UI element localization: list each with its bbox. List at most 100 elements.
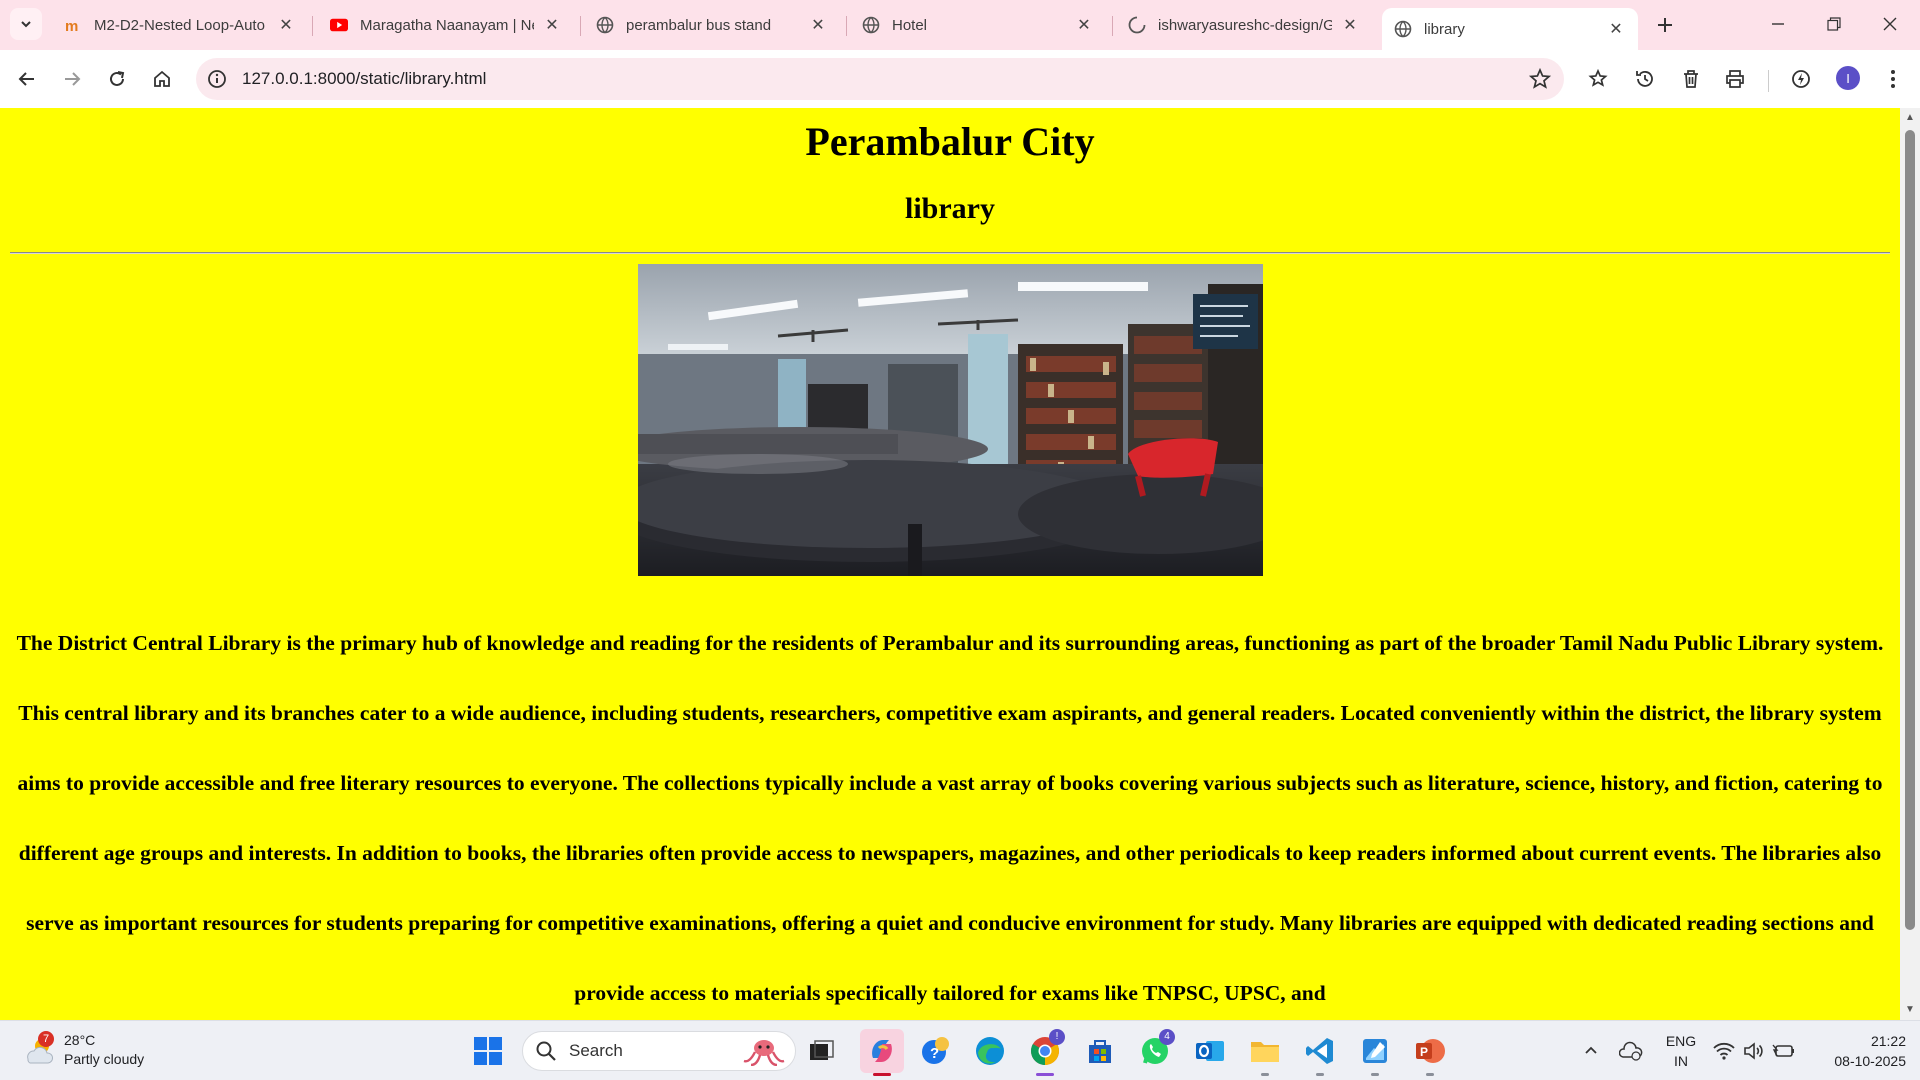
paint-icon (1363, 1039, 1387, 1063)
back-button[interactable] (10, 62, 44, 96)
weather-widget[interactable]: 7 28°C Partly cloudy (22, 1031, 144, 1069)
task-view-icon (810, 1040, 834, 1060)
info-icon[interactable] (206, 68, 228, 90)
close-icon[interactable]: ✕ (808, 15, 828, 35)
arrow-right-icon (65, 72, 81, 86)
running-indicator (1316, 1073, 1324, 1076)
show-hidden-icons-button[interactable] (1574, 1033, 1608, 1069)
tab-item[interactable]: perambalur bus stand ✕ (584, 8, 840, 42)
mindtree-icon: m (64, 16, 82, 34)
loading-icon (1128, 16, 1146, 34)
language-indicator[interactable]: ENG IN (1664, 1031, 1698, 1071)
partly-cloudy-icon: 7 (22, 1031, 56, 1067)
running-indicator (1426, 1073, 1434, 1076)
print-button[interactable] (1718, 62, 1752, 96)
scrollbar-thumb[interactable] (1905, 130, 1915, 930)
task-view-button[interactable] (804, 1033, 840, 1069)
restore-button[interactable] (1806, 8, 1862, 40)
favorites-button[interactable] (1582, 62, 1616, 96)
paint-app[interactable] (1357, 1033, 1393, 1069)
edge-app[interactable] (972, 1033, 1008, 1069)
scroll-down-icon[interactable]: ▼ (1904, 1004, 1916, 1016)
tab-title: perambalur bus stand (626, 16, 772, 34)
plus-icon (1658, 18, 1672, 32)
wifi-tray[interactable] (1710, 1033, 1738, 1069)
close-icon[interactable]: ✕ (276, 15, 296, 35)
start-button[interactable] (470, 1033, 506, 1069)
history-button[interactable] (1628, 62, 1662, 96)
address-bar[interactable]: 127.0.0.1:8000/static/library.html (196, 58, 1564, 100)
page-title: Perambalur City (805, 119, 1095, 164)
home-button[interactable] (145, 62, 179, 96)
whatsapp-app[interactable]: 4 (1137, 1029, 1175, 1069)
close-window-button[interactable] (1862, 8, 1918, 40)
svg-text:?: ? (930, 1045, 939, 1062)
battery-charging-icon (1772, 1044, 1794, 1057)
menu-button[interactable] (1876, 62, 1910, 96)
new-tab-button[interactable] (1652, 12, 1678, 38)
divider (10, 252, 1890, 254)
store-icon (1089, 1040, 1111, 1063)
search-label: Search (569, 1041, 623, 1060)
tab-search-button[interactable] (10, 8, 42, 40)
whatsapp-badge: 4 (1159, 1029, 1175, 1045)
vertical-scrollbar[interactable]: ▲ ▼ (1900, 108, 1920, 1020)
tab-item[interactable]: ishwaryasureshc-design/G ✕ (1116, 8, 1372, 42)
library-photo-illustration (638, 264, 1263, 576)
performance-button[interactable] (1784, 62, 1818, 96)
outlook-app[interactable] (1192, 1033, 1228, 1069)
running-indicator (1371, 1073, 1379, 1076)
performance-icon (1792, 70, 1810, 88)
wifi-icon (1713, 1042, 1735, 1060)
profile-avatar[interactable]: I (1836, 66, 1860, 90)
minimize-button[interactable] (1750, 8, 1806, 40)
store-app[interactable] (1082, 1033, 1118, 1069)
scroll-up-icon[interactable]: ▲ (1904, 112, 1916, 124)
weather-condition: Partly cloudy (64, 1051, 145, 1067)
globe-icon (596, 16, 614, 34)
toolbar-divider (1768, 70, 1769, 92)
printer-icon (1726, 70, 1744, 88)
vscode-app[interactable] (1302, 1033, 1338, 1069)
tab-item[interactable]: Maragatha Naanayam | Ne ✕ (318, 8, 574, 42)
page-viewport: Perambalur City library The District Cen… (0, 108, 1920, 1020)
svg-text:P: P (1420, 1045, 1428, 1059)
running-indicator (1261, 1073, 1269, 1076)
close-icon[interactable]: ✕ (1074, 15, 1094, 35)
weather-temperature: 28°C (64, 1032, 96, 1048)
close-icon[interactable]: ✕ (1606, 19, 1626, 39)
volume-tray[interactable] (1740, 1033, 1768, 1069)
region-code: IN (1674, 1053, 1688, 1069)
tips-app[interactable]: ? (918, 1033, 954, 1069)
tab-item-active[interactable]: library ✕ (1382, 8, 1638, 50)
taskbar-search[interactable]: Search (522, 1031, 796, 1071)
delete-button[interactable] (1674, 62, 1708, 96)
battery-tray[interactable] (1770, 1033, 1798, 1069)
copilot-app[interactable] (860, 1029, 904, 1073)
vscode-icon (1306, 1038, 1333, 1064)
powerpoint-icon: P (1416, 1039, 1445, 1063)
cloud-sync-icon (1619, 1041, 1643, 1061)
copilot-icon (872, 1040, 892, 1062)
page-content: Perambalur City library The District Cen… (0, 108, 1900, 1020)
close-icon[interactable]: ✕ (542, 15, 562, 35)
tab-item[interactable]: Hotel ✕ (850, 8, 1106, 42)
close-icon[interactable]: ✕ (1340, 15, 1360, 35)
clock-date: 08-10-2025 (1834, 1053, 1906, 1069)
trash-icon (1684, 70, 1698, 88)
reload-button[interactable] (100, 62, 134, 96)
file-explorer-app[interactable] (1247, 1033, 1283, 1069)
chrome-app[interactable]: ! (1027, 1029, 1065, 1069)
powerpoint-app[interactable]: P (1412, 1033, 1448, 1069)
article-text: The District Central Library is the prim… (16, 631, 1884, 1005)
onedrive-tray[interactable] (1614, 1033, 1648, 1069)
close-icon (1883, 17, 1897, 31)
forward-button[interactable] (55, 62, 89, 96)
url-text[interactable]: 127.0.0.1:8000/static/library.html (242, 69, 486, 89)
chevron-up-icon (1585, 1046, 1597, 1054)
tab-separator (846, 16, 847, 36)
tab-item[interactable]: m M2-D2-Nested Loop-Auto ✕ (52, 8, 308, 42)
clock[interactable]: 21:22 08-10-2025 (1806, 1031, 1906, 1071)
language-code: ENG (1665, 1033, 1697, 1049)
bookmark-star-icon[interactable] (1528, 67, 1552, 91)
